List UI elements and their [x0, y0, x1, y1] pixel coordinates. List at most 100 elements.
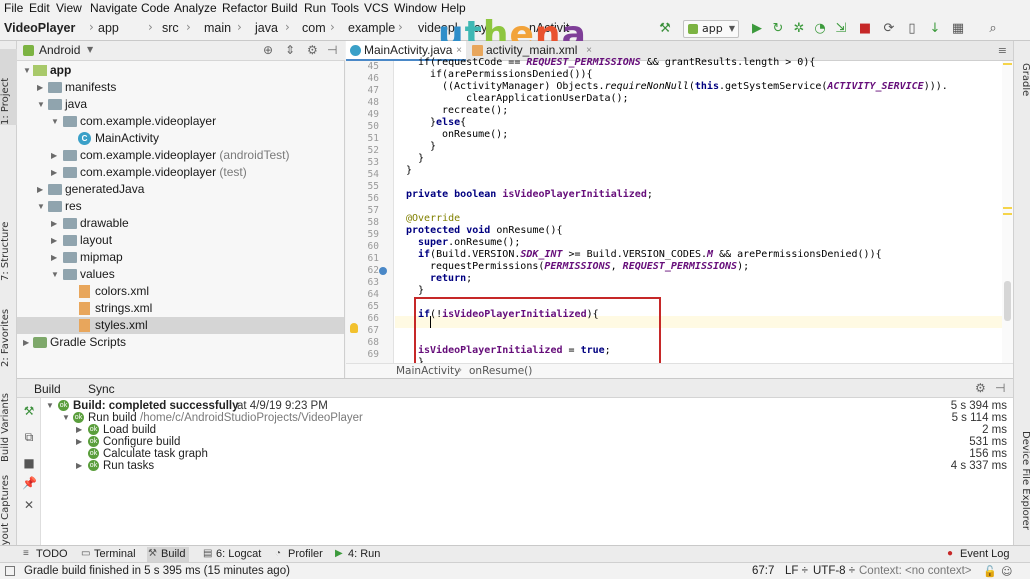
- hide-icon[interactable]: ⊣: [995, 381, 1005, 395]
- tool-tab-layout-captures[interactable]: Layout Captures: [0, 469, 17, 557]
- target-icon[interactable]: ⊕: [263, 43, 273, 57]
- override-marker-icon[interactable]: [379, 267, 387, 275]
- pin-icon[interactable]: 📌: [22, 476, 37, 490]
- stop-icon[interactable]: ■: [857, 21, 873, 37]
- run-icon[interactable]: ▶: [749, 21, 765, 37]
- breadcrumb-main[interactable]: main: [204, 21, 231, 35]
- toggle-view-icon[interactable]: ⧉: [22, 430, 36, 444]
- tree-item-gradle-scripts[interactable]: ▶ Gradle Scripts: [17, 334, 344, 351]
- tree-item-main-activity[interactable]: C MainActivity: [17, 130, 344, 147]
- menu-edit[interactable]: Edit: [29, 1, 50, 15]
- caret-position[interactable]: 67:7: [752, 565, 774, 577]
- tab-list-icon[interactable]: ≡: [998, 44, 1007, 57]
- breadcrumb-method[interactable]: onResume(): [469, 365, 532, 377]
- sdk-manager-icon[interactable]: ↓: [927, 21, 943, 37]
- build-row-run-build[interactable]: ▼ ok Run build /home/c/AndroidStudioProj…: [42, 412, 1013, 424]
- close-icon[interactable]: ✕: [22, 498, 36, 512]
- status-message[interactable]: Gradle build finished in 5 s 395 ms (15 …: [24, 565, 290, 577]
- tool-tab-device-file-explorer[interactable]: Device File Explorer: [1015, 431, 1030, 541]
- menu-code[interactable]: Code: [141, 1, 170, 15]
- breadcrumb-class[interactable]: MainActivity: [396, 365, 460, 377]
- build-row-task-graph[interactable]: ok Calculate task graph 156 ms: [42, 448, 1013, 460]
- menu-window[interactable]: Window: [394, 1, 437, 15]
- apply-changes-icon[interactable]: ↻: [770, 21, 786, 37]
- profile-icon[interactable]: ◔: [812, 21, 828, 37]
- tree-item-java[interactable]: ▼ java: [17, 96, 344, 113]
- menu-run[interactable]: Run: [304, 1, 326, 15]
- tool-tab-event-log[interactable]: ● Event Log: [946, 547, 1010, 562]
- warning-marker[interactable]: [1003, 63, 1012, 65]
- collapse-icon[interactable]: ⇕: [285, 43, 295, 57]
- menu-file[interactable]: File: [4, 1, 23, 15]
- tool-tab-structure[interactable]: 7: Structure: [0, 217, 17, 281]
- tree-item-package[interactable]: ▼ com.example.videoplayer: [17, 113, 344, 130]
- hide-icon[interactable]: ⊣: [327, 43, 337, 57]
- tree-item-mipmap[interactable]: ▶ mipmap: [17, 249, 344, 266]
- debug-icon[interactable]: ✲: [791, 21, 807, 37]
- breadcrumb-com[interactable]: com: [302, 21, 326, 35]
- project-view-selector[interactable]: Android: [39, 43, 80, 57]
- tree-item-package-android-test[interactable]: ▶ com.example.videoplayer (androidTest): [17, 147, 344, 164]
- menu-navigate[interactable]: Navigate: [90, 1, 137, 15]
- breadcrumb-app[interactable]: app: [98, 21, 119, 35]
- line-separator[interactable]: LF ÷: [785, 565, 808, 577]
- menu-view[interactable]: View: [56, 1, 82, 15]
- file-encoding[interactable]: UTF-8 ÷: [813, 565, 855, 577]
- hammer-icon[interactable]: ⚒: [657, 21, 673, 37]
- menu-analyze[interactable]: Analyze: [174, 1, 217, 15]
- warning-marker[interactable]: [1003, 207, 1012, 209]
- context-indicator[interactable]: Context: <no context>: [859, 565, 972, 577]
- gear-icon[interactable]: ⚙: [975, 381, 986, 395]
- tree-item-strings-xml[interactable]: strings.xml: [17, 300, 344, 317]
- build-row-load-build[interactable]: ▶ ok Load build 2 ms: [42, 424, 1013, 436]
- tree-item-values[interactable]: ▼ values: [17, 266, 344, 283]
- build-row-summary[interactable]: ▼ ok Build: completed successfully at 4/…: [42, 400, 1013, 412]
- build-row-configure-build[interactable]: ▶ ok Configure build 531 ms: [42, 436, 1013, 448]
- code-editor[interactable]: MainActivity.java × activity_main.xml × …: [346, 41, 1013, 378]
- menu-tools[interactable]: Tools: [331, 1, 359, 15]
- gear-icon[interactable]: ⚙: [307, 43, 318, 57]
- avd-manager-icon[interactable]: ▯: [904, 21, 920, 37]
- stop-icon[interactable]: ■: [22, 456, 36, 470]
- warning-marker[interactable]: [1003, 213, 1012, 215]
- tab-sync[interactable]: Sync: [88, 382, 115, 396]
- menu-help[interactable]: Help: [441, 1, 466, 15]
- tool-tab-build[interactable]: ⚒ Build: [147, 547, 190, 562]
- menu-build[interactable]: Build: [271, 1, 298, 15]
- menu-vcs[interactable]: VCS: [364, 1, 389, 15]
- hammer-icon[interactable]: ⚒: [22, 404, 36, 418]
- breadcrumb-example[interactable]: example: [348, 21, 395, 35]
- scrollbar-thumb[interactable]: [1004, 281, 1011, 321]
- tool-tab-terminal[interactable]: ▭ Terminal: [80, 547, 136, 562]
- search-icon[interactable]: ⌕: [985, 21, 1001, 37]
- tool-windows-icon[interactable]: [5, 566, 15, 576]
- tool-tab-todo[interactable]: ≡ TODO: [22, 547, 68, 562]
- tree-item-package-test[interactable]: ▶ com.example.videoplayer (test): [17, 164, 344, 181]
- chevron-down-icon[interactable]: ▼: [87, 45, 93, 54]
- tool-tab-run[interactable]: ▶ 4: Run: [334, 547, 380, 562]
- tool-tab-logcat[interactable]: ▤ 6: Logcat: [202, 547, 261, 562]
- tab-build[interactable]: Build: [34, 382, 61, 396]
- tree-item-colors-xml[interactable]: colors.xml: [17, 283, 344, 300]
- attach-debugger-icon[interactable]: ⇲: [833, 21, 849, 37]
- sync-gradle-icon[interactable]: ⟳: [881, 21, 897, 37]
- tree-item-drawable[interactable]: ▶ drawable: [17, 215, 344, 232]
- run-config-select[interactable]: app ▼: [683, 20, 739, 38]
- tool-tab-project[interactable]: 1: Project: [0, 49, 17, 125]
- tool-tab-gradle[interactable]: Gradle: [1015, 63, 1030, 103]
- build-row-run-tasks[interactable]: ▶ ok Run tasks 4 s 337 ms: [42, 460, 1013, 472]
- breadcrumb-java[interactable]: java: [255, 21, 278, 35]
- lightbulb-icon[interactable]: [350, 323, 358, 333]
- tool-tab-build-variants[interactable]: Build Variants: [0, 386, 17, 462]
- lock-icon[interactable]: 🔓: [983, 565, 997, 578]
- inspector-icon[interactable]: ☺: [1001, 565, 1012, 578]
- breadcrumb-project[interactable]: VideoPlayer: [4, 21, 75, 35]
- tree-item-app[interactable]: ▼ app: [17, 62, 344, 79]
- tree-item-layout[interactable]: ▶ layout: [17, 232, 344, 249]
- editor-scrollbar[interactable]: [1002, 61, 1013, 363]
- tree-item-styles-xml[interactable]: styles.xml: [17, 317, 344, 334]
- tree-item-generated-java[interactable]: ▶ generatedJava: [17, 181, 344, 198]
- layout-inspector-icon[interactable]: ▦: [950, 21, 966, 37]
- tree-item-res[interactable]: ▼ res: [17, 198, 344, 215]
- tree-item-manifests[interactable]: ▶ manifests: [17, 79, 344, 96]
